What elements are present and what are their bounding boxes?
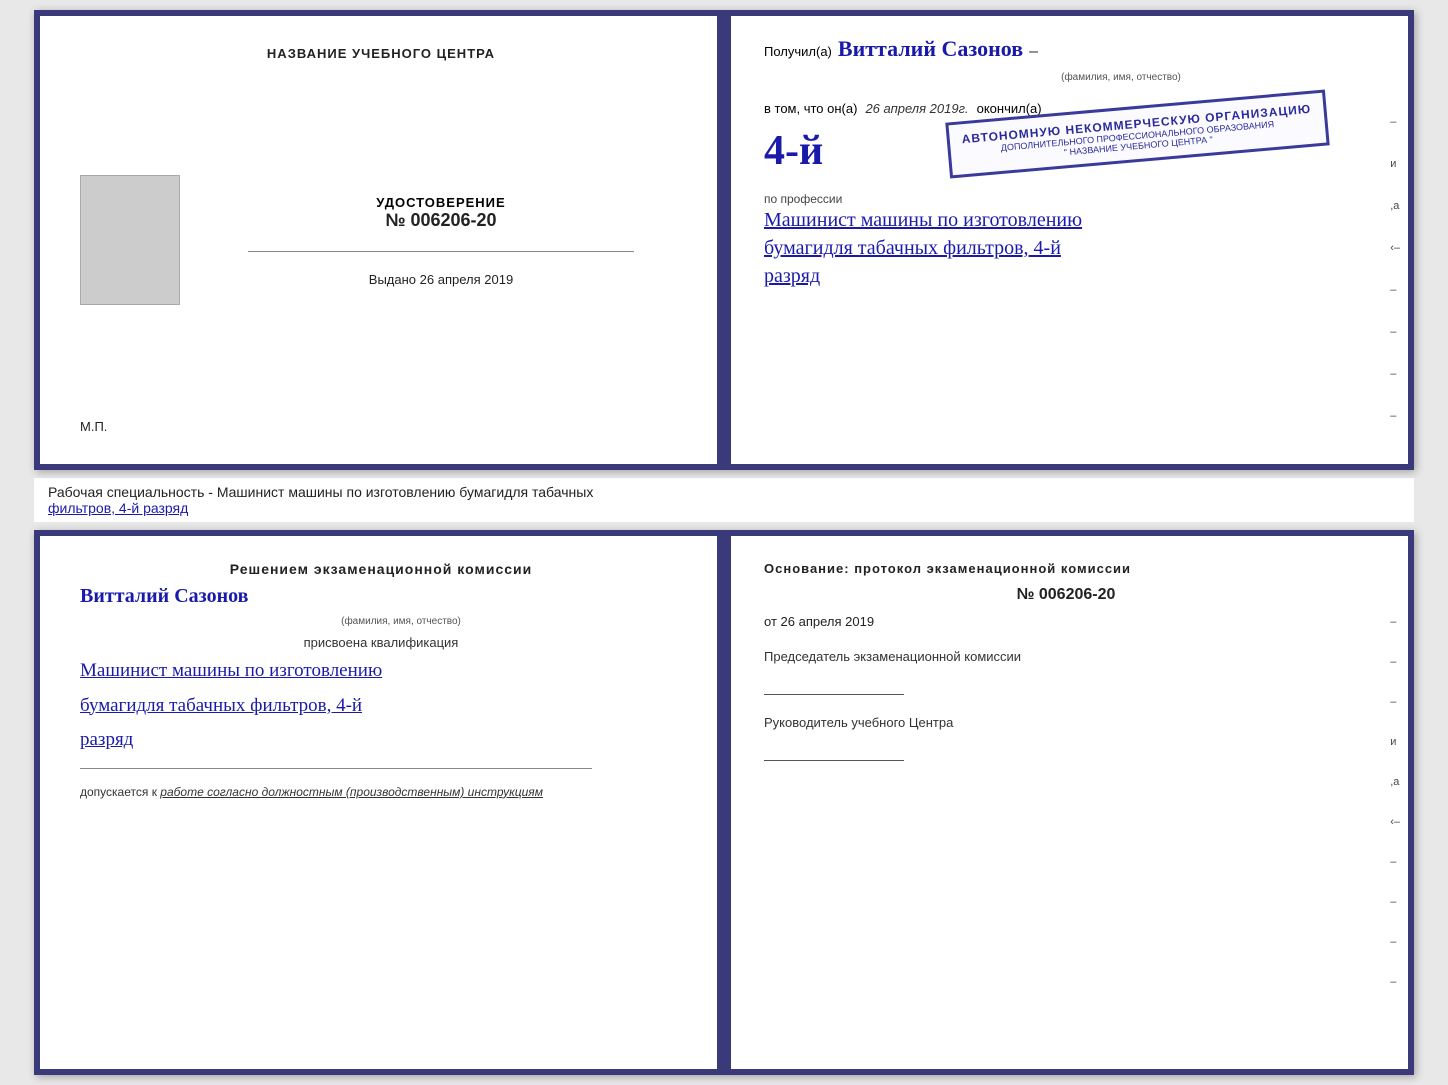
side-marks-top: – и ,а ‹– – – – – xyxy=(1390,116,1400,422)
profession-line1: Машинист машины по изготовлению xyxy=(764,206,1378,234)
middle-label: Рабочая специальность - Машинист машины … xyxy=(34,478,1414,522)
poluchil-prefix: Получил(а) xyxy=(764,44,832,59)
bottom-name: Витталий Сазонов xyxy=(80,585,682,608)
recipient-name: Витталий Сазонов xyxy=(838,36,1023,62)
cert-top-title: НАЗВАНИЕ УЧЕБНОГО ЦЕНТРА xyxy=(267,46,495,61)
rukov-signature xyxy=(764,760,904,761)
udostoverenie-label: УДОСТОВЕРЕНИЕ xyxy=(376,195,505,210)
cert-bottom-right: Основание: протокол экзаменационной коми… xyxy=(724,536,1408,1069)
mp-label: М.П. xyxy=(80,419,107,434)
middle-text-underline: фильтров, 4-й разряд xyxy=(48,500,188,516)
rukov-label: Руководитель учебного Центра xyxy=(764,715,1368,730)
ot-date: 26 апреля 2019 xyxy=(781,614,875,629)
cert-number: № 006206-20 xyxy=(376,210,505,231)
decision-title: Решением экзаменационной комиссии xyxy=(80,561,682,577)
qual-line2: бумагидля табачных фильтров, 4-й xyxy=(80,693,682,720)
vydano-label: Выдано xyxy=(369,272,416,287)
cert-top-left: НАЗВАНИЕ УЧЕБНОГО ЦЕНТРА УДОСТОВЕРЕНИЕ №… xyxy=(40,16,724,464)
dopusk-prefix: допускается к xyxy=(80,785,157,799)
osnov-label: Основание: протокол экзаменационной коми… xyxy=(764,561,1368,576)
side-marks-bottom: – – – и ,а ‹– – – – – xyxy=(1390,616,1400,988)
udostoverenie-block: УДОСТОВЕРЕНИЕ № 006206-20 xyxy=(376,195,505,231)
dopusk-text: работе согласно должностным (производств… xyxy=(160,785,543,799)
ot-line: от 26 апреля 2019 xyxy=(764,614,1368,629)
qual-line1: Машинист машины по изготовлению xyxy=(80,658,682,685)
qual-line3: разряд xyxy=(80,727,682,754)
vydano-date: 26 апреля 2019 xyxy=(420,272,514,287)
cert-top-right: Получил(а) Витталий Сазонов – (фамилия, … xyxy=(724,16,1408,464)
profession-line3: разряд xyxy=(764,262,1378,290)
okonchil: окончил(а) xyxy=(977,101,1042,116)
prisvoena-label: присвоена квалификация xyxy=(80,635,682,650)
photo-placeholder xyxy=(80,175,180,305)
certificate-top: НАЗВАНИЕ УЧЕБНОГО ЦЕНТРА УДОСТОВЕРЕНИЕ №… xyxy=(34,10,1414,470)
predsed-label: Председатель экзаменационной комиссии xyxy=(764,649,1368,664)
middle-text-normal: Рабочая специальность - Машинист машины … xyxy=(48,484,593,500)
fio-label-top: (фамилия, имя, отчество) xyxy=(864,72,1378,83)
dopusk-block: допускается к работе согласно должностны… xyxy=(80,785,682,799)
profession-line2: бумагидля табачных фильтров, 4-й xyxy=(764,234,1378,262)
po-professii: по профессии xyxy=(764,192,1378,206)
vydano-block: Выдано 26 апреля 2019 xyxy=(369,272,513,287)
ot-label: от xyxy=(764,614,777,629)
certificate-bottom: Решением экзаменационной комиссии Виттал… xyxy=(34,530,1414,1075)
big-4: 4-й xyxy=(764,130,823,172)
protocol-number: № 006206-20 xyxy=(764,586,1368,604)
vtom-date: 26 апреля 2019г. xyxy=(865,101,968,116)
cert-bottom-left: Решением экзаменационной комиссии Виттал… xyxy=(40,536,724,1069)
fio-sub: (фамилия, имя, отчество) xyxy=(120,616,682,627)
vtom-prefix: в том, что он(а) xyxy=(764,101,857,116)
predsed-signature xyxy=(764,694,904,695)
